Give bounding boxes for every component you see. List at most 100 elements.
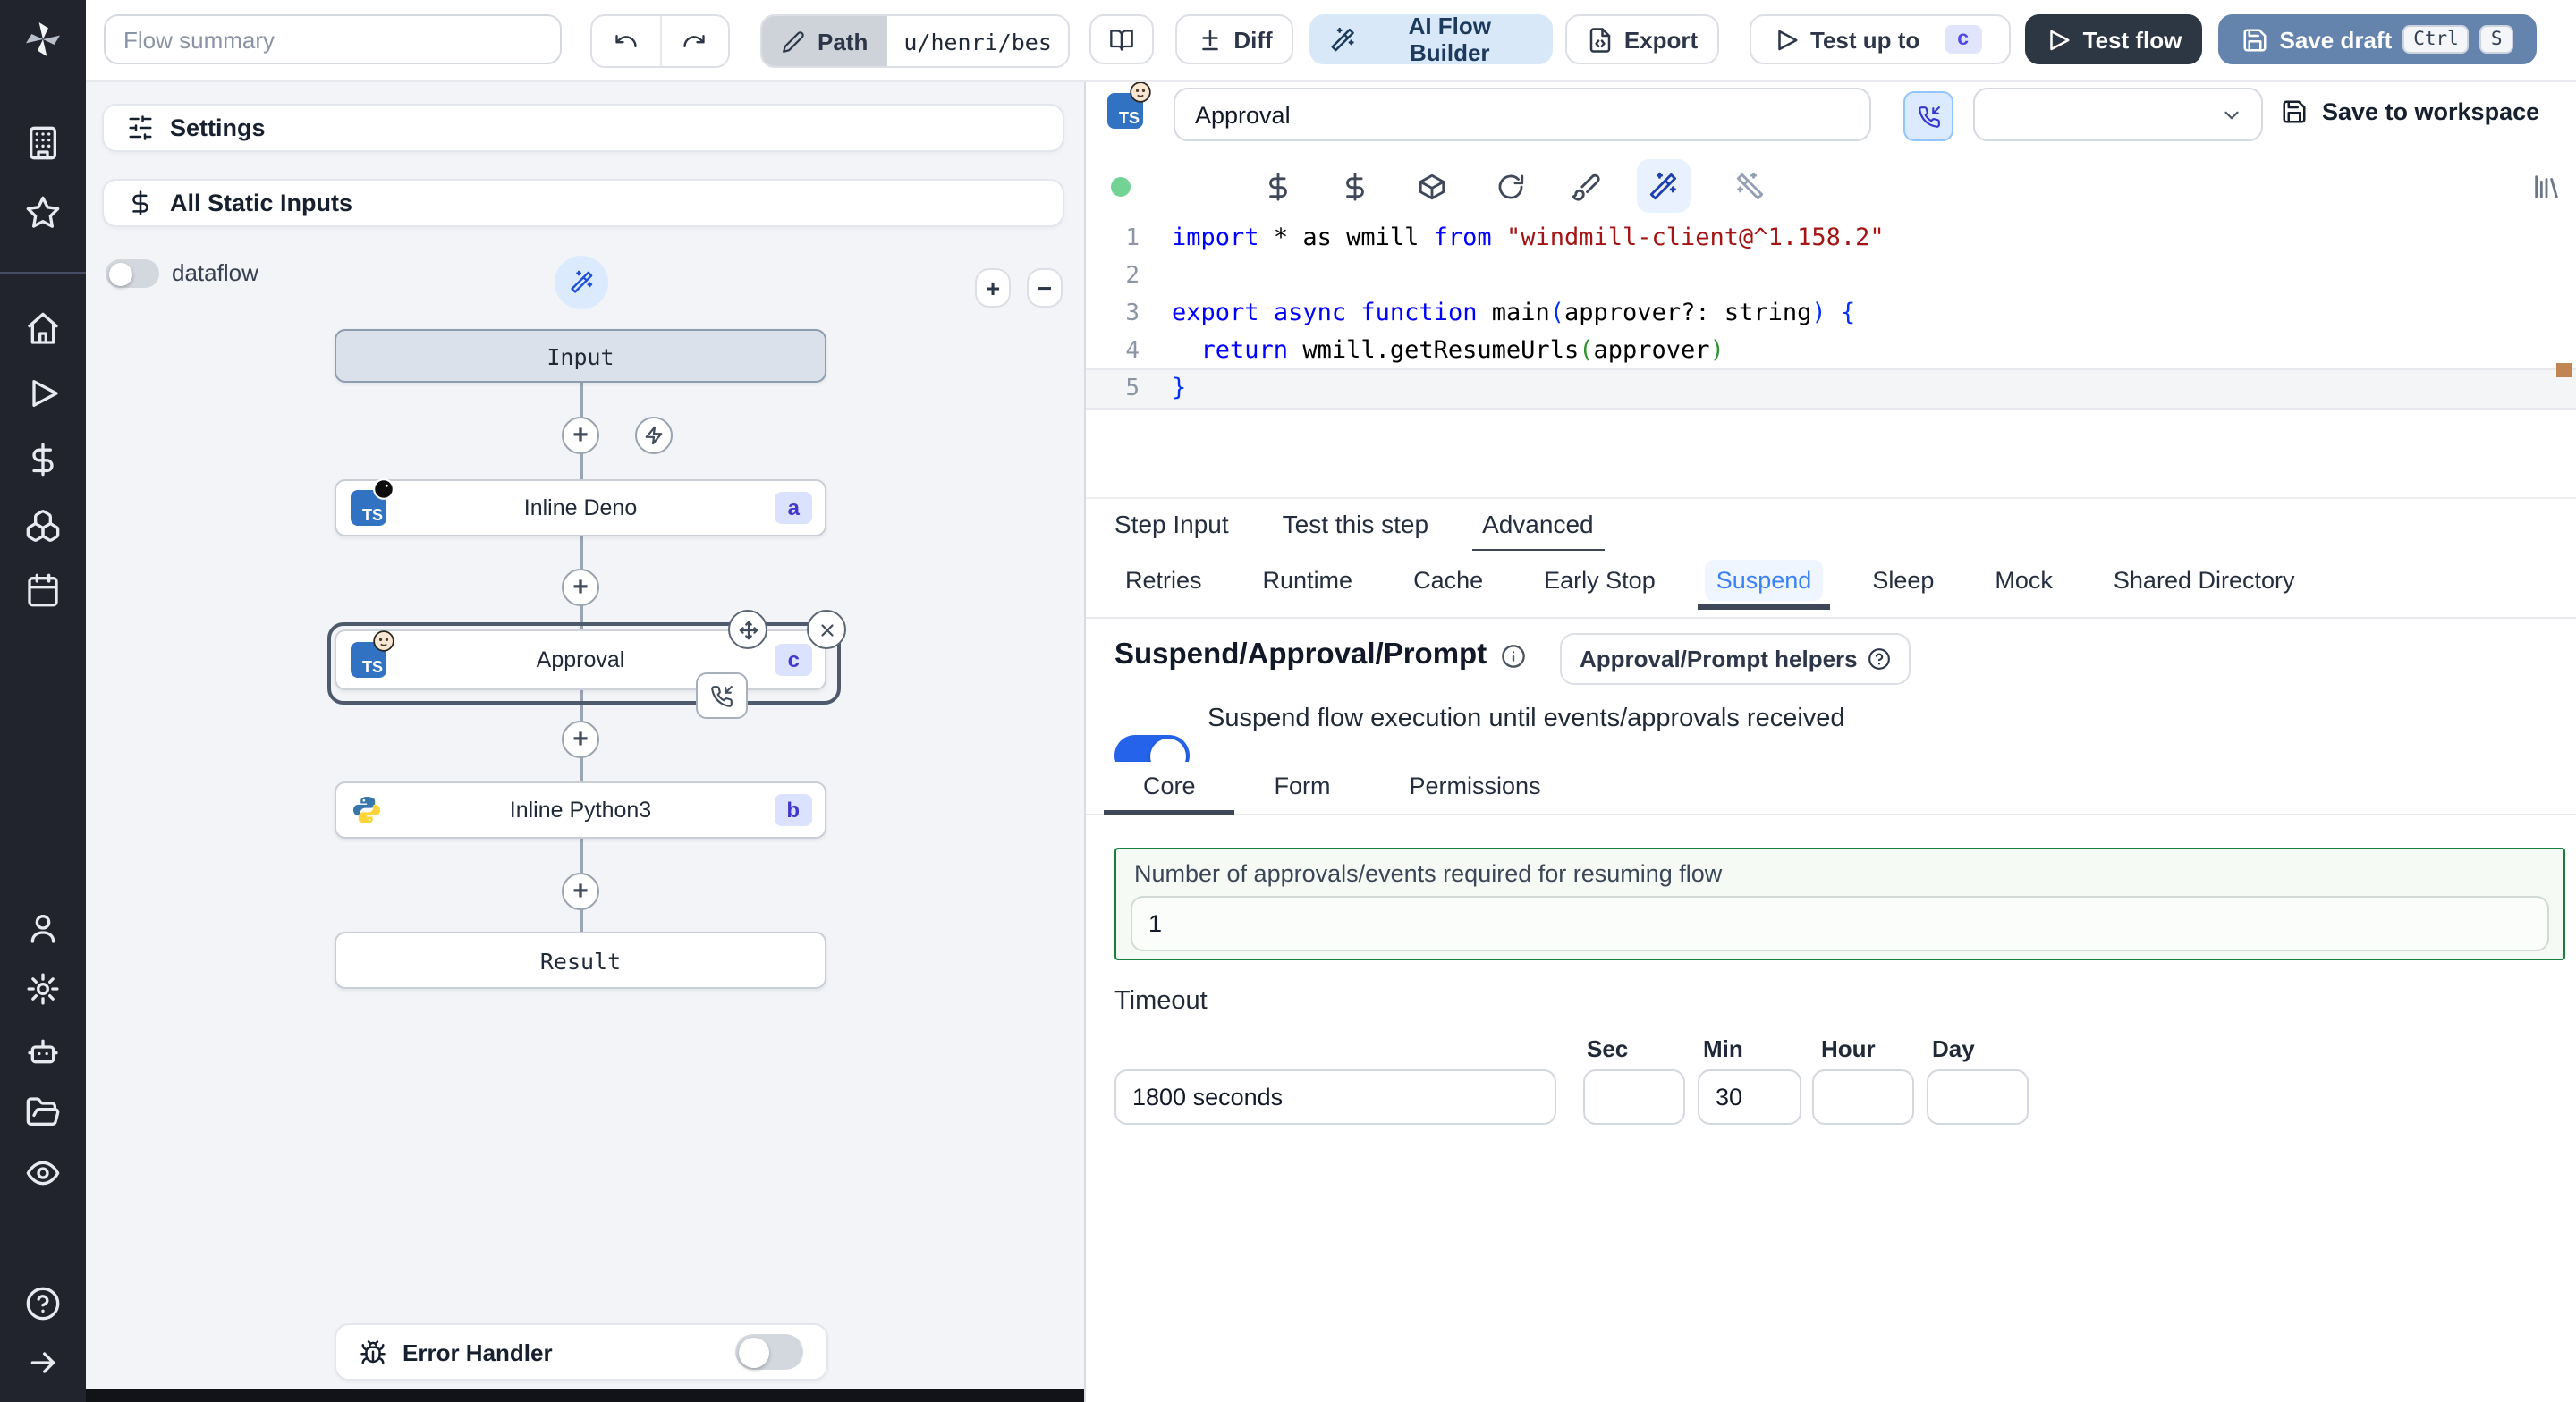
kbd-ctrl: Ctrl [2402, 25, 2470, 54]
add-step-button[interactable]: + [562, 873, 599, 910]
subtab-retries[interactable]: Retries [1114, 560, 1213, 601]
ai-disabled-button[interactable] [1735, 172, 1766, 202]
pencil-icon [783, 30, 804, 52]
tab-form[interactable]: Form [1246, 762, 1360, 814]
bug-icon [360, 1339, 386, 1364]
package-button[interactable] [1417, 172, 1447, 202]
user-icon [30, 914, 55, 943]
rail-home-button[interactable] [25, 311, 61, 347]
input-node[interactable]: Input [335, 329, 826, 383]
export-button[interactable]: Export [1565, 14, 1719, 64]
add-trigger-button[interactable] [635, 417, 673, 454]
subtab-mock[interactable]: Mock [1984, 560, 2063, 601]
add-step-button[interactable]: + [562, 721, 599, 758]
path-value[interactable]: u/henri/bes [887, 16, 1068, 66]
format-button[interactable] [1571, 172, 1601, 202]
star-icon [26, 196, 60, 228]
subtab-early-stop[interactable]: Early Stop [1533, 560, 1666, 601]
resources-button[interactable] [1340, 172, 1370, 202]
step-node-b[interactable]: Inline Python3 b [335, 781, 826, 839]
rail-resources-button[interactable] [25, 508, 61, 544]
tab-step-input[interactable]: Step Input [1114, 499, 1229, 553]
tab-test-this-step[interactable]: Test this step [1283, 499, 1428, 553]
rail-help-button[interactable] [25, 1286, 61, 1322]
zoom-out-button[interactable]: − [1027, 268, 1063, 308]
info-icon[interactable] [1501, 643, 1526, 668]
flow-summary-input[interactable] [104, 14, 562, 64]
all-static-inputs-card[interactable]: All Static Inputs [102, 179, 1064, 227]
library-button[interactable] [2531, 172, 2562, 202]
code-line[interactable]: 1 import * as wmill from "windmill-client… [1086, 220, 2576, 258]
windmill-logo-icon[interactable] [21, 18, 64, 61]
rail-folders-button[interactable] [25, 1094, 61, 1130]
rail-workers-button[interactable] [25, 1034, 61, 1069]
test-up-to-step-badge: c [1945, 25, 1982, 54]
save-to-workspace-button[interactable]: Save to workspace [2281, 98, 2539, 125]
subtab-sleep[interactable]: Sleep [1861, 560, 1945, 601]
rail-schedules-button[interactable] [25, 572, 61, 608]
suspend-step-badge[interactable] [696, 672, 748, 719]
error-handler-card[interactable]: Error Handler [335, 1323, 828, 1381]
code-line[interactable]: 5} [1086, 370, 2576, 408]
test-up-to-button[interactable]: Test up to c [1750, 14, 2011, 64]
suspend-settings-shortcut-button[interactable] [1903, 91, 1953, 141]
panel-resize-bar[interactable] [86, 1389, 1084, 1402]
add-step-button[interactable]: + [562, 569, 599, 606]
reload-button[interactable] [1496, 172, 1526, 202]
result-node-label: Result [539, 947, 622, 974]
tab-core[interactable]: Core [1103, 762, 1236, 815]
docs-button[interactable] [1089, 14, 1154, 64]
redo-button[interactable] [661, 16, 728, 66]
timeout-sec-input[interactable] [1583, 1069, 1685, 1125]
code-line[interactable]: 4 return wmill.getResumeUrls(approver) [1086, 333, 2576, 370]
zoom-in-button[interactable]: + [975, 268, 1011, 308]
rail-expand-button[interactable] [25, 1345, 61, 1381]
variables-button[interactable] [1263, 172, 1293, 202]
test-flow-button[interactable]: Test flow [2025, 14, 2202, 64]
subtab-cache[interactable]: Cache [1402, 560, 1494, 601]
ai-assistant-button[interactable] [1648, 172, 1678, 202]
add-step-button[interactable]: + [562, 417, 599, 454]
dollar-icon [32, 443, 54, 477]
path-button[interactable]: Path [762, 16, 888, 66]
timeout-day-input[interactable] [1927, 1069, 2029, 1125]
save-draft-button[interactable]: Save draft Ctrl S [2218, 14, 2537, 64]
delete-step-button[interactable] [807, 610, 846, 649]
undo-button[interactable] [592, 16, 661, 66]
subtab-runtime[interactable]: Runtime [1252, 560, 1364, 601]
tab-permissions[interactable]: Permissions [1381, 762, 1570, 814]
timeout-hour-input[interactable] [1812, 1069, 1914, 1125]
rail-users-button[interactable] [25, 910, 61, 946]
flow-settings-card[interactable]: Settings [102, 104, 1064, 152]
rail-favorites-button[interactable] [25, 195, 61, 231]
code-line[interactable]: 3 export async function main(approver?: s… [1086, 295, 2576, 333]
code-line[interactable]: 2 [1086, 258, 2576, 295]
tab-advanced[interactable]: Advanced [1471, 499, 1606, 554]
subtab-shared-directory[interactable]: Shared Directory [2103, 560, 2306, 601]
step-editor-panel: TS Save to workspace 1import * as wmill … [1084, 80, 2576, 1402]
rail-workspace-button[interactable] [25, 125, 61, 161]
timeout-min-input[interactable] [1698, 1069, 1801, 1125]
workspace-script-select[interactable] [1973, 88, 2263, 141]
step-node-b-id-badge: b [774, 794, 812, 826]
path-label: Path [818, 28, 869, 55]
rail-settings-button[interactable] [25, 971, 61, 1007]
error-handler-toggle[interactable] [735, 1334, 803, 1370]
ai-step-wand-button[interactable] [555, 256, 608, 309]
move-step-button[interactable] [728, 610, 767, 649]
ai-flow-builder-button[interactable]: AI Flow Builder [1309, 13, 1553, 66]
result-node[interactable]: Result [335, 932, 826, 989]
rail-runs-button[interactable] [25, 376, 61, 411]
rail-audit-button[interactable] [25, 1155, 61, 1191]
timeout-main-input[interactable] [1114, 1069, 1556, 1125]
code-editor[interactable]: 1 import * as wmill from "windmill-client… [1086, 220, 2576, 408]
subtab-suspend[interactable]: Suspend [1698, 560, 1830, 610]
step-title-input[interactable] [1174, 88, 1871, 141]
error-handler-label: Error Handler [402, 1339, 553, 1365]
dataflow-toggle[interactable] [106, 259, 159, 288]
approval-prompt-helpers-button[interactable]: Approval/Prompt helpers [1560, 633, 1911, 685]
step-node-a[interactable]: TS Inline Deno a [335, 478, 826, 536]
rail-variables-button[interactable] [25, 442, 61, 477]
approvals-required-input[interactable] [1131, 896, 2549, 951]
diff-button[interactable]: Diff [1175, 14, 1293, 64]
